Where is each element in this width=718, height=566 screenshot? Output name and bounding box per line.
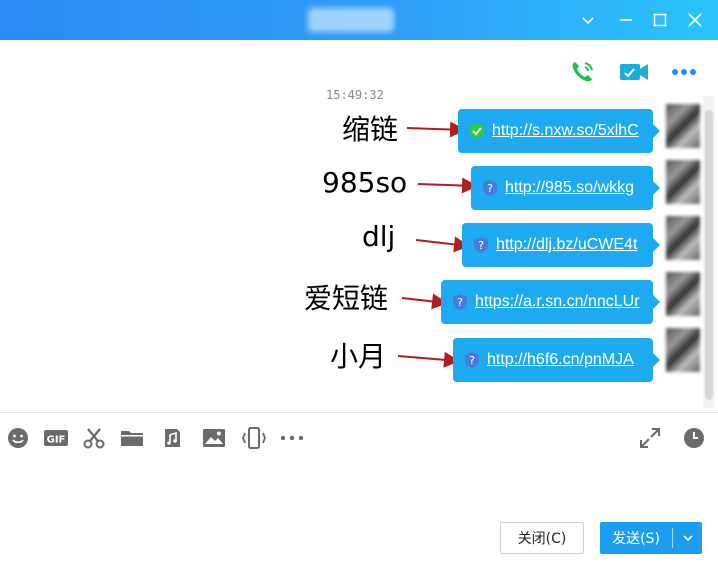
more-tools-icon[interactable] [278,424,306,452]
minimize-icon[interactable] [614,8,638,32]
message-link[interactable]: http://dlj.bz/uCWE4t [496,236,637,254]
safe-shield-icon [468,122,486,140]
divider [0,412,718,413]
svg-text:GIF: GIF [47,435,66,446]
avatar[interactable] [666,328,700,372]
music-file-icon[interactable] [158,424,186,452]
message-bubble[interactable]: http://s.nxw.so/5xlhC [458,109,660,153]
unknown-shield-icon: ? [481,179,499,197]
avatar[interactable] [666,272,700,316]
fullscreen-icon[interactable] [636,424,664,452]
emoji-icon[interactable] [4,424,32,452]
message-bubble[interactable]: ? http://h6f6.cn/pnMJA [453,338,660,382]
avatar[interactable] [666,104,700,148]
arrow-2 [417,177,478,194]
message-bubble[interactable]: ? http://dlj.bz/uCWE4t [462,223,660,267]
arrow-4 [401,293,448,310]
video-call-icon[interactable] [618,56,650,88]
image-icon[interactable] [200,424,228,452]
message-link[interactable]: http://s.nxw.so/5xlhC [492,122,639,140]
annotation-label: 爱短链 [304,282,389,315]
scissors-icon[interactable] [80,424,108,452]
voice-call-icon[interactable] [566,56,598,88]
svg-text:?: ? [478,239,484,252]
annotation-label: 小月 [330,340,387,373]
avatar[interactable] [666,160,700,204]
annotation-label: 缩链 [342,113,399,146]
collapse-chevron-icon[interactable] [576,8,600,32]
title-bar [0,0,718,40]
svg-text:?: ? [469,354,475,367]
screen-shake-icon[interactable] [240,424,268,452]
svg-text:?: ? [487,182,493,195]
message-link[interactable]: http://h6f6.cn/pnMJA [487,351,634,369]
annotation-label: dlj [362,220,396,253]
history-clock-icon[interactable] [680,424,708,452]
more-options-icon[interactable] [668,56,700,88]
message-bubble[interactable]: ? http://985.so/wkkg [471,166,660,210]
unknown-shield-icon: ? [463,351,481,369]
message-timestamp: 15:49:32 [326,88,384,102]
avatar[interactable] [666,216,700,260]
close-button[interactable]: 关闭(C) [500,522,584,554]
send-options-chevron-icon[interactable] [673,532,702,544]
svg-text:?: ? [457,296,463,309]
send-button[interactable]: 发送(S) [600,522,702,554]
arrow-1 [406,121,466,138]
annotation-label: 985so [322,166,408,199]
folder-icon[interactable] [118,424,146,452]
message-link[interactable]: https://a.r.sn.cn/nncLUr [475,293,640,311]
message-bubble[interactable]: ? https://a.r.sn.cn/nncLUr [441,280,660,324]
message-link[interactable]: http://985.so/wkkg [505,179,634,197]
send-button-label[interactable]: 发送(S) [600,528,672,548]
arrow-5 [397,351,460,368]
gif-icon[interactable]: GIF [42,424,70,452]
scrollbar-thumb[interactable] [705,110,713,400]
close-icon[interactable] [683,8,707,32]
unknown-shield-icon: ? [451,293,469,311]
maximize-icon[interactable] [648,8,672,32]
window-title-blurred [308,8,394,32]
arrow-3 [415,236,470,253]
unknown-shield-icon: ? [472,236,490,254]
